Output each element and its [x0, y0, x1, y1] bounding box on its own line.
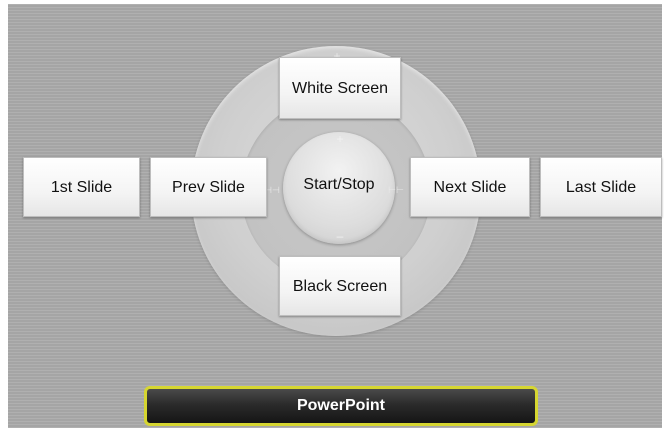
powerpoint-mode-button[interactable]: PowerPoint: [144, 386, 538, 426]
start-stop-button[interactable]: Start/Stop: [283, 176, 395, 194]
plus-icon: +: [336, 132, 344, 146]
white-screen-button[interactable]: White Screen: [279, 57, 401, 119]
last-slide-button[interactable]: Last Slide: [540, 157, 662, 217]
first-slide-button[interactable]: 1st Slide: [23, 157, 140, 217]
prev-slide-button[interactable]: Prev Slide: [150, 157, 267, 217]
black-screen-button[interactable]: Black Screen: [279, 256, 401, 316]
next-slide-button[interactable]: Next Slide: [410, 157, 530, 217]
powerpoint-label: PowerPoint: [296, 397, 385, 414]
minus-icon: –: [336, 229, 344, 243]
